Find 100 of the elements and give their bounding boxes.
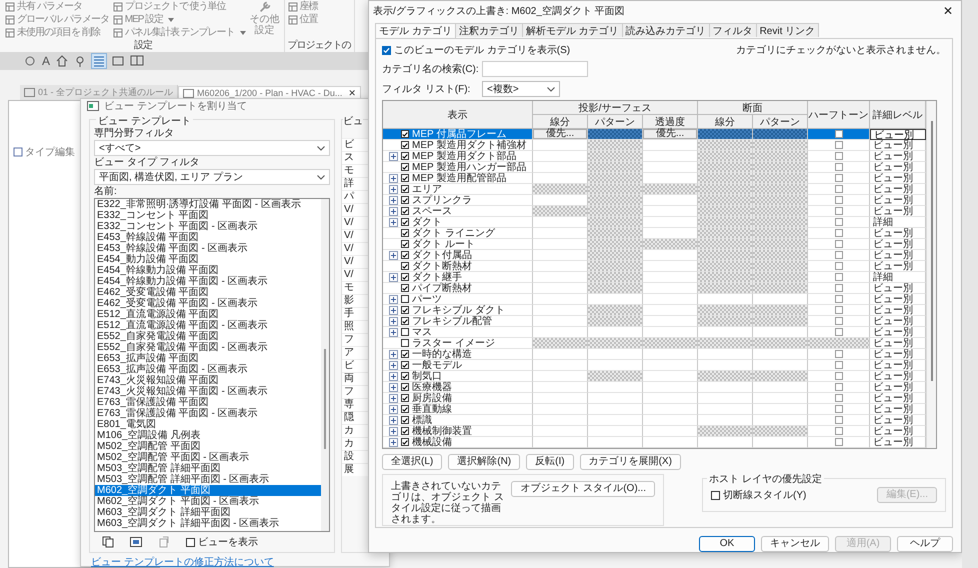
override-button[interactable]: 優先... (533, 129, 587, 139)
list-item[interactable]: M503_空調配管 詳細平面図 (95, 463, 321, 474)
tab[interactable]: Revit リンク (756, 23, 820, 37)
filter-dropdown[interactable]: <複数> (482, 81, 560, 97)
list-item[interactable]: E801_電気図 (95, 419, 321, 430)
visibility-checkbox[interactable] (401, 438, 409, 446)
visibility-checkbox[interactable] (401, 174, 409, 182)
detail-level-value[interactable]: ビュー別 (873, 402, 913, 416)
scrollbar[interactable] (321, 199, 329, 531)
list-item[interactable]: M602_空調ダクト 平面図 (95, 485, 321, 496)
halftone-checkbox[interactable] (834, 317, 842, 325)
halftone-checkbox[interactable] (834, 229, 842, 237)
expand-icon[interactable] (389, 416, 398, 424)
pin-icon[interactable] (74, 55, 86, 67)
close-button[interactable]: ✕ (942, 4, 953, 18)
expand-icon[interactable] (389, 360, 398, 370)
visibility-checkbox[interactable] (401, 350, 409, 358)
cut-line-style-checkbox[interactable] (711, 490, 720, 500)
windows-icon[interactable] (130, 55, 144, 67)
table-action-button[interactable]: カテゴリを展開(X) (580, 454, 681, 470)
tab[interactable]: 注釈カテゴリ (454, 23, 523, 37)
detail-level-value[interactable]: ビュー別 (873, 160, 913, 174)
halftone-checkbox[interactable] (834, 295, 842, 303)
visibility-checkbox[interactable] (401, 427, 409, 435)
visibility-checkbox[interactable] (401, 251, 409, 259)
expand-icon[interactable] (389, 306, 398, 314)
table-row[interactable]: ダクト ルート ビュー別 (383, 239, 926, 250)
expand-icon[interactable] (389, 316, 398, 326)
list-item[interactable]: E653_拡声設備 平面図 - 区画表示 (95, 364, 321, 375)
list-item[interactable]: E462_受変電設備 平面図 (95, 287, 321, 298)
visibility-checkbox[interactable] (401, 196, 409, 204)
list-item[interactable]: E653_拡声設備 平面図 (95, 353, 321, 364)
table-row[interactable]: ダクト継手 詳細 (383, 272, 926, 283)
halftone-checkbox[interactable] (834, 306, 842, 314)
visibility-checkbox[interactable] (401, 405, 409, 413)
visibility-checkbox[interactable] (401, 394, 409, 402)
halftone-checkbox[interactable] (834, 427, 842, 435)
halftone-checkbox[interactable] (834, 372, 842, 380)
expand-icon[interactable] (389, 350, 398, 358)
table-row[interactable]: スプリンクラ ビュー別 (383, 195, 926, 206)
detail-level-value[interactable]: ビュー別 (873, 336, 913, 350)
expand-icon[interactable] (389, 294, 398, 304)
list-item[interactable]: E462_受変電設備 平面図 - 区画表示 (95, 298, 321, 309)
dialog-button[interactable]: OK (699, 536, 755, 552)
table-row[interactable]: ラスター イメージ ビュー別 (383, 338, 926, 349)
help-link[interactable]: ビュー テンプレートの修正方法について (81, 553, 284, 568)
expand-icon[interactable] (389, 174, 398, 182)
view-type-dropdown[interactable]: 平面図, 構造伏図, エリア プラン (94, 169, 330, 185)
expand-icon[interactable] (389, 218, 398, 226)
detail-level-value[interactable]: ビュー別 (873, 314, 913, 328)
expand-icon[interactable] (389, 382, 398, 392)
detail-level-value[interactable]: ビュー別 (873, 369, 913, 383)
list-item[interactable]: E322_非常照明·誘導灯設備 平面図 - 区画表示 (95, 199, 321, 210)
list-item[interactable]: E454_幹線動力設備 平面図 (95, 265, 321, 276)
visibility-checkbox[interactable] (401, 361, 409, 369)
detail-level-value[interactable]: ビュー別 (873, 182, 913, 196)
visibility-checkbox[interactable] (401, 163, 409, 171)
list-item[interactable]: E763_雷保護設備 平面図 - 区画表示 (95, 408, 321, 419)
list-item[interactable]: E512_直流電源設備 平面図 (95, 309, 321, 320)
close-button[interactable]: ✕ (348, 88, 356, 98)
expand-icon[interactable] (389, 404, 398, 414)
detail-level-value[interactable]: ビュー別 (873, 138, 913, 152)
detail-level-value[interactable]: ビュー別 (873, 358, 913, 372)
table-row[interactable]: スペース ビュー別 (383, 206, 926, 217)
expand-icon[interactable] (389, 184, 398, 194)
table-row[interactable]: 垂直動線 ビュー別 (383, 404, 926, 415)
list-item[interactable]: E552_自家発電設備 平面図 (95, 331, 321, 342)
tab[interactable]: 読み込みカテゴリ (622, 23, 710, 37)
halftone-checkbox[interactable] (834, 251, 842, 259)
halftone-checkbox[interactable] (834, 141, 842, 149)
dialog-button[interactable]: キャンセル (761, 536, 829, 552)
list-item[interactable]: E743_火災報知設備 平面図 (95, 375, 321, 386)
halftone-checkbox[interactable] (834, 438, 842, 446)
visibility-checkbox[interactable] (401, 273, 409, 281)
table-row[interactable]: MEP 製造用ダクト部品 ビュー別 (383, 151, 926, 162)
visibility-checkbox[interactable] (401, 185, 409, 193)
visibility-checkbox[interactable] (401, 262, 409, 270)
window-icon[interactable] (112, 55, 124, 67)
tab[interactable]: 解析モデル カテゴリ (522, 23, 623, 37)
visibility-checkbox[interactable] (401, 152, 409, 160)
halftone-checkbox[interactable] (834, 174, 842, 182)
table-row[interactable]: 医療機器 ビュー別 (383, 382, 926, 393)
expand-icon[interactable] (389, 152, 398, 160)
visibility-checkbox[interactable] (401, 383, 409, 391)
detail-level-value[interactable]: ビュー別 (873, 413, 913, 427)
list-item[interactable]: E763_雷保護設備 平面図 (95, 397, 321, 408)
list-item[interactable]: E454_幹線動力設備 平面図 - 区画表示 (95, 276, 321, 287)
list-item[interactable]: E332_コンセント 平面図 (95, 210, 321, 221)
edit-type-button[interactable]: タイプ編集 (13, 145, 75, 159)
halftone-checkbox[interactable] (834, 152, 842, 160)
halftone-checkbox[interactable] (834, 273, 842, 281)
table-action-button[interactable]: 反転(I) (526, 454, 574, 470)
halftone-checkbox[interactable] (834, 284, 842, 292)
halftone-checkbox[interactable] (834, 196, 842, 204)
list-item[interactable]: E552_自家発電設備 平面図 - 区画表示 (95, 342, 321, 353)
detail-level-value[interactable]: ビュー別 (873, 325, 913, 339)
detail-level-value[interactable]: ビュー別 (873, 292, 913, 306)
halftone-checkbox[interactable] (834, 383, 842, 391)
halftone-checkbox[interactable] (834, 163, 842, 171)
table-row[interactable]: 機械制御装置 ビュー別 (383, 426, 926, 437)
